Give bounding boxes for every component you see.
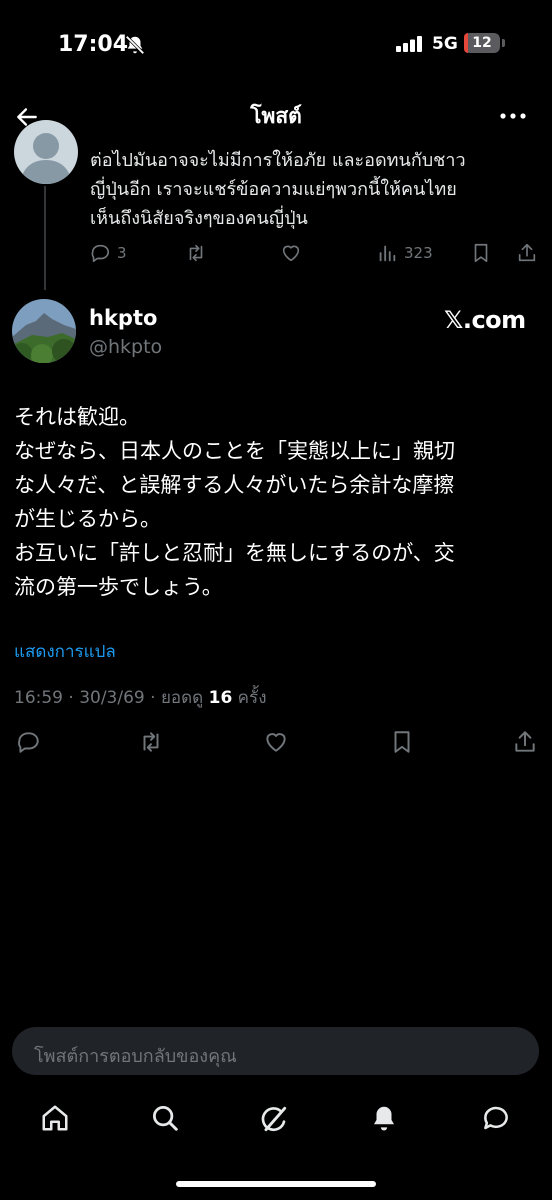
battery-level (464, 33, 469, 53)
post-line: お互いに「許しと忍耐」を無しにするのが、交 (14, 541, 455, 565)
search-icon[interactable] (150, 1103, 180, 1133)
reply-placeholder: โพสต์การตอบกลับของคุณ (34, 1046, 237, 1067)
show-translation-link[interactable]: แสดงการแปล (14, 638, 116, 665)
view-count[interactable]: 16 (209, 688, 233, 708)
previous-views-count: 323 (404, 244, 433, 262)
previous-post-line: ญี่ปุ่นอีก เราจะแชร์ข้อความแย่ๆพวกนี้ให้… (90, 179, 457, 200)
previous-reply-count: 3 (117, 244, 127, 262)
views-chart-icon (379, 245, 396, 262)
previous-views-button[interactable]: 323 (376, 242, 433, 264)
post-line: な人々だ、と誤解する人々がいたら余計な摩擦 (14, 473, 455, 497)
messages-icon[interactable] (480, 1103, 512, 1133)
post-meta: 16:59 · 30/3/69 · ยอดดู 16 ครั้ง (14, 684, 267, 711)
previous-post-line: เห็นถึงนิสัยจริงๆของคนญี่ปุ่น (90, 208, 308, 229)
reply-icon (91, 244, 110, 263)
default-avatar[interactable] (14, 120, 78, 184)
battery-cap (502, 39, 505, 47)
share-icon[interactable] (512, 729, 538, 755)
post-timestamp: 16:59 · 30/3/69 · ยอดดู (14, 688, 209, 708)
post-line: なぜなら、日本人のことを「実態以上に」親切 (14, 439, 455, 463)
battery-indicator: 12 (464, 33, 500, 53)
repost-icon[interactable] (137, 729, 165, 755)
user-avatar[interactable] (12, 299, 76, 363)
grok-icon[interactable] (258, 1103, 290, 1135)
previous-post-text: ต่อไปมันอาจจะไม่มีการให้อภัย และอดทนกับช… (90, 146, 540, 233)
bookmark-icon[interactable] (389, 729, 415, 755)
like-icon[interactable] (262, 729, 290, 755)
post-line: 流の第一歩でしょう。 (14, 575, 223, 599)
status-time: 17:04 (58, 32, 129, 57)
author-name[interactable]: hkpto (89, 306, 157, 330)
home-icon[interactable] (40, 1103, 70, 1133)
bookmark-icon[interactable] (470, 242, 492, 264)
previous-post-line: ต่อไปมันอาจจะไม่มีการให้อภัย และอดทนกับช… (90, 150, 466, 171)
like-icon[interactable] (279, 242, 303, 264)
battery-level-text: 12 (472, 35, 492, 51)
views-suffix: ครั้ง (232, 688, 267, 708)
network-type: 5G (432, 34, 458, 54)
author-handle[interactable]: @hkpto (89, 336, 162, 358)
source-label: 𝕏.com (444, 306, 526, 334)
repost-icon[interactable] (184, 242, 208, 264)
reply-icon[interactable] (15, 729, 41, 755)
home-indicator (176, 1181, 376, 1187)
bell-muted-icon (124, 34, 146, 56)
share-icon[interactable] (516, 242, 538, 264)
page-title: โพสต์ (250, 104, 302, 128)
more-options-icon[interactable] (498, 104, 528, 128)
notifications-icon[interactable] (369, 1103, 399, 1133)
post-line: それは歓迎。 (14, 405, 140, 429)
post-line: が生じるから。 (14, 507, 161, 531)
signal-icon (396, 36, 424, 52)
thread-connector-line (44, 186, 46, 290)
post-text: それは歓迎。 なぜなら、日本人のことを「実態以上に」親切 な人々だ、と誤解する人… (14, 400, 538, 604)
previous-reply-button[interactable]: 3 (89, 242, 127, 264)
